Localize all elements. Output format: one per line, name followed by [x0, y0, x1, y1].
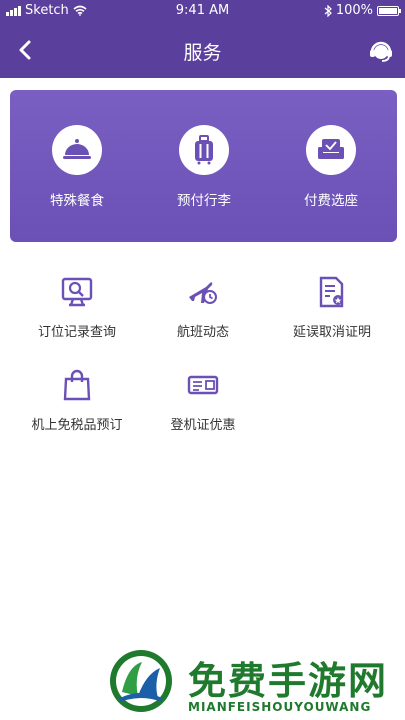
bluetooth-icon [324, 4, 332, 17]
watermark-logo [110, 650, 172, 712]
luggage-icon [179, 125, 229, 175]
service-label: 延误取消证明 [292, 325, 371, 340]
featured-item-paid-seat[interactable]: 付费选座 [276, 125, 386, 209]
flight-clock-icon [189, 282, 217, 304]
status-right: 100% [324, 3, 401, 18]
watermark-subtitle: MIANFEISHOUYOUWANG [188, 700, 372, 714]
featured-item-special-meal[interactable]: 特殊餐食 [22, 125, 132, 209]
shopping-bag-icon [63, 369, 91, 401]
service-label: 订位记录查询 [37, 325, 116, 340]
watermark: 免费手游网 MIANFEISHOUYOUWANG [108, 648, 398, 720]
featured-label: 特殊餐食 [50, 193, 104, 209]
status-bar: Sketch 9:41 AM 100% [0, 0, 405, 22]
service-label: 航班动态 [176, 325, 229, 340]
headset-icon[interactable] [367, 36, 395, 64]
service-item-booking-query[interactable]: 订位记录查询 [12, 275, 142, 340]
featured-label: 付费选座 [304, 193, 358, 209]
nav-bar: 服务 [0, 22, 405, 78]
battery-percent: 100% [335, 3, 373, 18]
service-item-flight-status[interactable]: 航班动态 [138, 275, 268, 340]
featured-item-prepaid-baggage[interactable]: 预付行李 [149, 125, 259, 209]
featured-label: 预付行李 [177, 193, 231, 209]
battery-icon [377, 5, 401, 16]
food-cloche-icon [52, 125, 102, 175]
watermark-title: 免费手游网 [188, 659, 389, 703]
boarding-pass-icon [187, 375, 219, 395]
page-title: 服务 [183, 42, 222, 64]
seat-icon [306, 125, 356, 175]
service-item-delay-certificate[interactable]: 延误取消证明 [267, 275, 397, 340]
service-label: 机上免税品预订 [31, 418, 123, 433]
service-label: 登机证优惠 [170, 418, 236, 433]
document-certificate-icon [319, 276, 344, 308]
monitor-search-icon [61, 277, 93, 307]
service-item-duty-free[interactable]: 机上免税品预订 [12, 368, 142, 433]
featured-services-card: 特殊餐食 预付行李 付费选座 [10, 90, 397, 242]
service-item-boarding-pass-offer[interactable]: 登机证优惠 [138, 368, 268, 433]
